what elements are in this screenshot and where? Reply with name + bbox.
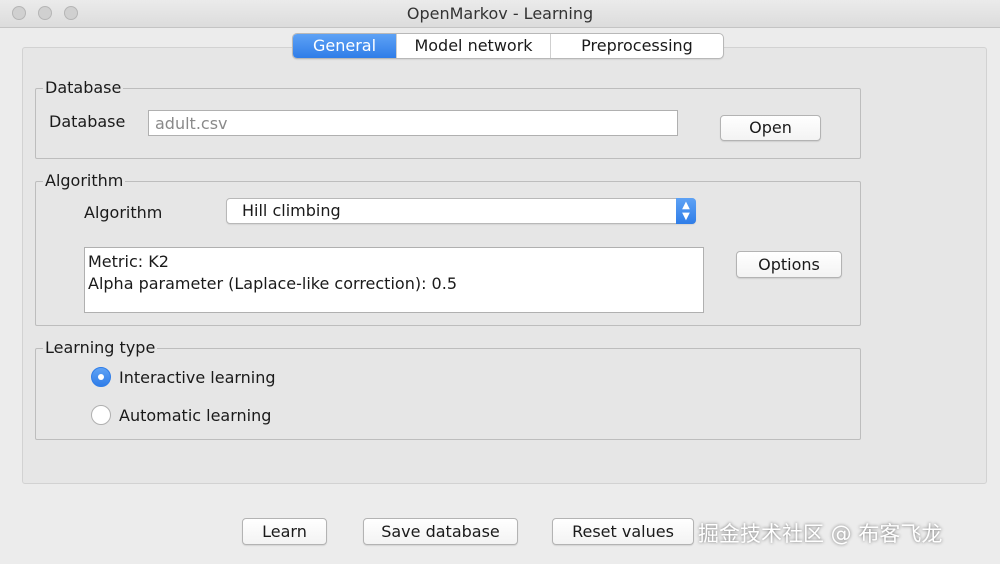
database-field-label: Database — [49, 112, 126, 131]
interactive-learning-label: Interactive learning — [119, 367, 276, 387]
tab-general[interactable]: General — [293, 34, 397, 58]
algorithm-field-label: Algorithm — [84, 203, 163, 222]
database-path-input[interactable] — [148, 110, 678, 136]
database-group-legend: Database — [43, 78, 124, 97]
window-title: OpenMarkov - Learning — [406, 4, 594, 23]
algorithm-select[interactable]: Hill climbing ▲ ▼ — [226, 198, 696, 224]
algorithm-selected-value: Hill climbing — [242, 201, 341, 220]
watermark-text: 掘金技术社区 @ 布客飞龙 — [698, 522, 943, 546]
interactive-learning-radio[interactable]: Interactive learning — [91, 367, 276, 387]
automatic-learning-radio[interactable]: Automatic learning — [91, 405, 271, 425]
radio-checked-icon — [91, 367, 111, 387]
open-button[interactable]: Open — [720, 115, 821, 141]
algorithm-details-box[interactable]: Metric: K2 Alpha parameter (Laplace-like… — [84, 247, 704, 313]
algorithm-group-legend: Algorithm — [43, 171, 126, 190]
tab-preprocessing[interactable]: Preprocessing — [551, 34, 723, 58]
stepper-arrows-icon: ▲ ▼ — [676, 198, 696, 224]
learning-window: OpenMarkov - Learning General Model netw… — [0, 0, 1000, 564]
tab-model-network[interactable]: Model network — [397, 34, 551, 58]
options-button[interactable]: Options — [736, 251, 842, 278]
tab-bar: General Model network Preprocessing — [292, 33, 724, 59]
radio-unchecked-icon — [91, 405, 111, 425]
reset-values-button[interactable]: Reset values — [552, 518, 694, 545]
alpha-parameter-line: Alpha parameter (Laplace-like correction… — [88, 274, 457, 293]
save-database-button[interactable]: Save database — [363, 518, 518, 545]
learning-type-group-legend: Learning type — [43, 338, 158, 357]
metric-line: Metric: K2 — [88, 252, 169, 271]
learning-type-group: Learning type — [35, 338, 861, 440]
title-bar: OpenMarkov - Learning — [0, 0, 1000, 28]
learn-button[interactable]: Learn — [242, 518, 327, 545]
automatic-learning-label: Automatic learning — [119, 405, 272, 425]
